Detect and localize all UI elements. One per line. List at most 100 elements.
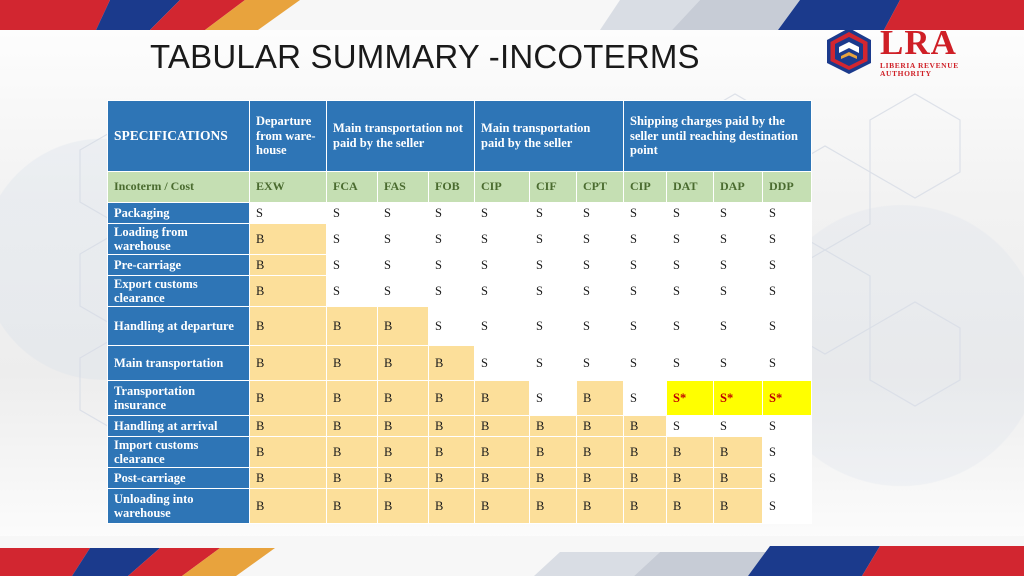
cell-r10-c10: S [762,488,812,524]
incoterm-cip-7: CIP [623,171,667,203]
cell-r6-c1: B [326,380,378,416]
cell-r0-c6: S [576,202,624,224]
row-label: Export customs clearance [107,275,250,307]
row-label: Packaging [107,202,250,224]
cell-r9-c2: B [377,467,429,489]
row-label: Transportation insurance [107,380,250,416]
row-label: Loading from warehouse [107,223,250,255]
cell-r2-c2: S [377,254,429,276]
cell-r1-c3: S [428,223,475,255]
cell-r9-c9: B [713,467,763,489]
cell-r10-c9: B [713,488,763,524]
row-label: Main transportation [107,345,250,381]
cell-r2-c10: S [762,254,812,276]
cell-r3-c4: S [474,275,530,307]
cell-r8-c1: B [326,436,378,468]
row-label: Handling at departure [107,306,250,346]
cell-r7-c5: B [529,415,577,437]
cell-r4-c10: S [762,306,812,346]
cell-r9-c6: B [576,467,624,489]
group-header-3: Main transportation not paid by the sell… [326,100,475,172]
cell-r4-c0: B [249,306,327,346]
cell-r8-c10: S [762,436,812,468]
cell-r3-c10: S [762,275,812,307]
cell-r9-c3: B [428,467,475,489]
cell-r6-c3: B [428,380,475,416]
cell-r3-c6: S [576,275,624,307]
table-row: Packaging S S S S S S S S S S S [107,202,812,224]
cell-r7-c4: B [474,415,530,437]
cell-r1-c4: S [474,223,530,255]
cell-r10-c5: B [529,488,577,524]
incoterm-dap-9: DAP [713,171,763,203]
cell-r10-c7: B [623,488,667,524]
incoterm-cif-5: CIF [529,171,577,203]
cell-r4-c1: B [326,306,378,346]
cell-r6-c6: B [576,380,624,416]
incoterm-fas-2: FAS [377,171,429,203]
cell-r8-c2: B [377,436,429,468]
row-label: Post-carriage [107,467,250,489]
group-header-5: Shipping charges paid by the seller unti… [623,100,812,172]
cell-r2-c1: S [326,254,378,276]
table-row: Handling at arrival B B B B B B B B S S S [107,415,812,437]
cell-r4-c9: S [713,306,763,346]
cell-r10-c4: B [474,488,530,524]
cell-r0-c3: S [428,202,475,224]
cell-r7-c0: B [249,415,327,437]
cell-r0-c8: S [666,202,714,224]
cell-r7-c9: S [713,415,763,437]
cell-r8-c3: B [428,436,475,468]
incoterm-fca-1: FCA [326,171,378,203]
cell-r2-c4: S [474,254,530,276]
logo-wordmark: LRA [880,23,957,62]
cell-r5-c10: S [762,345,812,381]
cell-r5-c0: B [249,345,327,381]
cell-r6-c4: B [474,380,530,416]
cell-r6-c10: S* [762,380,812,416]
cell-r4-c8: S [666,306,714,346]
table-row: Export customs clearance B S S S S S S S S S S [107,275,812,307]
cell-r3-c7: S [623,275,667,307]
cell-r0-c4: S [474,202,530,224]
cell-r10-c1: B [326,488,378,524]
cell-r6-c7: S [623,380,667,416]
table-row: Pre-carriage B S S S S S S S S S S [107,254,812,276]
cell-r4-c5: S [529,306,577,346]
incoterm-cpt-6: CPT [576,171,624,203]
incoterms-table: SPECIFICATIONS Departure from ware-house M… [107,100,812,524]
cell-r8-c0: B [249,436,327,468]
incoterm-cost-label: Incoterm / Cost [107,171,250,203]
table-row: Loading from warehouse B S S S S S S S S S S [107,223,812,255]
cell-r4-c3: S [428,306,475,346]
cell-r1-c10: S [762,223,812,255]
cell-r3-c0: B [249,275,327,307]
cell-r9-c1: B [326,467,378,489]
cell-r5-c7: S [623,345,667,381]
cell-r10-c3: B [428,488,475,524]
cell-r1-c7: S [623,223,667,255]
cell-r2-c5: S [529,254,577,276]
cell-r1-c8: S [666,223,714,255]
cell-r2-c7: S [623,254,667,276]
cell-r2-c9: S [713,254,763,276]
cell-r0-c10: S [762,202,812,224]
cell-r9-c10: S [762,467,812,489]
cell-r1-c2: S [377,223,429,255]
cell-r0-c9: S [713,202,763,224]
table-group-header-row: SPECIFICATIONS Departure from ware-house M… [107,100,812,172]
cell-r9-c4: B [474,467,530,489]
cell-r3-c1: S [326,275,378,307]
cell-r2-c8: S [666,254,714,276]
incoterm-dat-8: DAT [666,171,714,203]
cell-r0-c0: S [249,202,327,224]
incoterm-exw-0: EXW [249,171,327,203]
cell-r3-c5: S [529,275,577,307]
cell-r7-c10: S [762,415,812,437]
cell-r5-c5: S [529,345,577,381]
cell-r5-c8: S [666,345,714,381]
cell-r7-c1: B [326,415,378,437]
cell-r10-c6: B [576,488,624,524]
cell-r0-c1: S [326,202,378,224]
cell-r7-c8: S [666,415,714,437]
